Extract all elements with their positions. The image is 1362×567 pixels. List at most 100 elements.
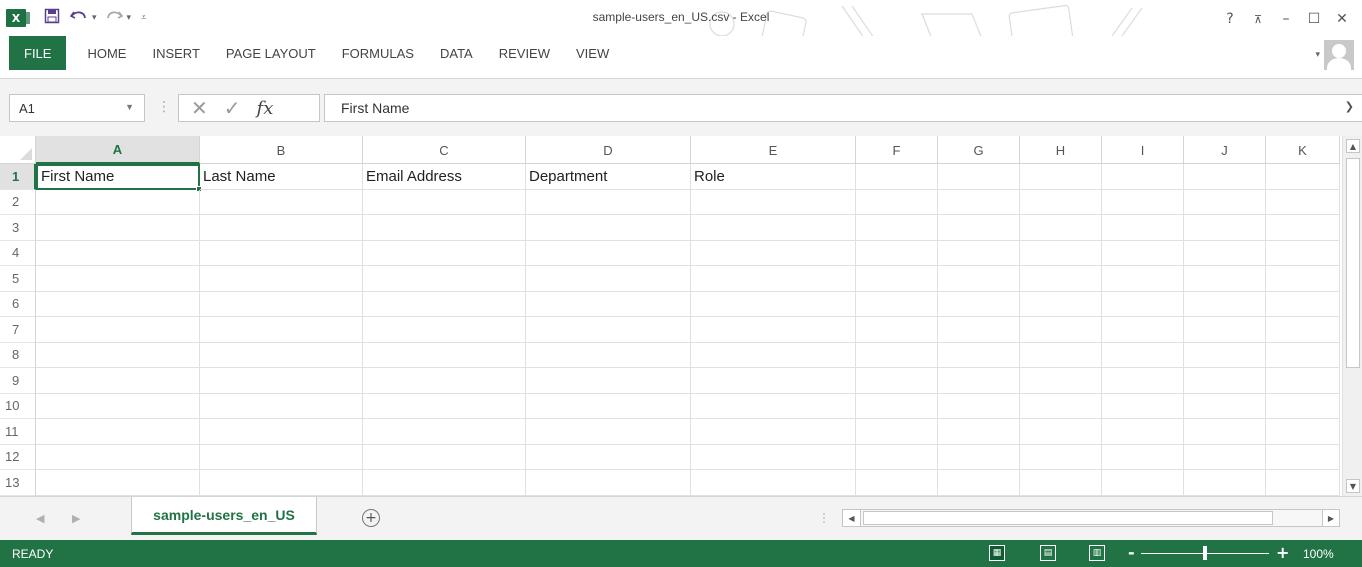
cell-f8[interactable]: [856, 342, 938, 368]
cell-i5[interactable]: [1102, 266, 1184, 292]
cell-f12[interactable]: [856, 444, 938, 470]
cell-j13[interactable]: [1184, 470, 1266, 496]
cell-k1[interactable]: [1266, 164, 1340, 190]
cell-k4[interactable]: [1266, 240, 1340, 266]
cell-c1[interactable]: Email Address: [363, 164, 526, 190]
expand-formula-bar-icon[interactable]: ❯: [1345, 100, 1354, 113]
column-header-a[interactable]: A: [36, 136, 200, 164]
avatar[interactable]: [1324, 40, 1354, 70]
cell-d5[interactable]: [526, 266, 691, 292]
cell-h12[interactable]: [1020, 444, 1102, 470]
cell-a8[interactable]: [36, 342, 200, 368]
zoom-slider-thumb[interactable]: [1203, 546, 1207, 560]
cell-g12[interactable]: [938, 444, 1020, 470]
tab-review[interactable]: REVIEW: [486, 36, 563, 70]
add-sheet-icon[interactable]: +: [362, 509, 380, 527]
cell-h1[interactable]: [1020, 164, 1102, 190]
cell-f2[interactable]: [856, 189, 938, 215]
cell-k10[interactable]: [1266, 393, 1340, 419]
cell-i10[interactable]: [1102, 393, 1184, 419]
prev-sheet-icon[interactable]: ◀: [36, 512, 44, 525]
cell-b12[interactable]: [200, 444, 363, 470]
cell-g9[interactable]: [938, 368, 1020, 394]
cell-k3[interactable]: [1266, 215, 1340, 241]
cell-f3[interactable]: [856, 215, 938, 241]
cell-h10[interactable]: [1020, 393, 1102, 419]
horizontal-scroll-thumb[interactable]: [863, 511, 1273, 525]
cell-k13[interactable]: [1266, 470, 1340, 496]
cell-d2[interactable]: [526, 189, 691, 215]
cell-d9[interactable]: [526, 368, 691, 394]
cell-i12[interactable]: [1102, 444, 1184, 470]
cell-a11[interactable]: [36, 419, 200, 445]
cell-k7[interactable]: [1266, 317, 1340, 343]
cell-b13[interactable]: [200, 470, 363, 496]
cell-e1[interactable]: Role: [691, 164, 856, 190]
cell-k9[interactable]: [1266, 368, 1340, 394]
tab-formulas[interactable]: FORMULAS: [329, 36, 427, 70]
cell-j5[interactable]: [1184, 266, 1266, 292]
cell-f13[interactable]: [856, 470, 938, 496]
cell-k12[interactable]: [1266, 444, 1340, 470]
cell-a1[interactable]: First Name: [36, 164, 200, 190]
help-icon[interactable]: ?: [1216, 8, 1244, 30]
cell-f1[interactable]: [856, 164, 938, 190]
column-header-f[interactable]: F: [856, 136, 938, 164]
cell-j7[interactable]: [1184, 317, 1266, 343]
cell-k6[interactable]: [1266, 291, 1340, 317]
cell-e11[interactable]: [691, 419, 856, 445]
cell-i11[interactable]: [1102, 419, 1184, 445]
cell-f5[interactable]: [856, 266, 938, 292]
cell-j8[interactable]: [1184, 342, 1266, 368]
cell-b1[interactable]: Last Name: [200, 164, 363, 190]
cell-c5[interactable]: [363, 266, 526, 292]
cell-c2[interactable]: [363, 189, 526, 215]
cell-g7[interactable]: [938, 317, 1020, 343]
cell-e9[interactable]: [691, 368, 856, 394]
cell-f4[interactable]: [856, 240, 938, 266]
cell-b7[interactable]: [200, 317, 363, 343]
cell-h9[interactable]: [1020, 368, 1102, 394]
row-header-1[interactable]: 1: [0, 164, 36, 190]
formula-bar-grip-icon[interactable]: ⋮: [157, 99, 171, 115]
cell-b2[interactable]: [200, 189, 363, 215]
cell-c7[interactable]: [363, 317, 526, 343]
cell-k5[interactable]: [1266, 266, 1340, 292]
cell-g11[interactable]: [938, 419, 1020, 445]
cell-a5[interactable]: [36, 266, 200, 292]
row-header-7[interactable]: 7: [0, 317, 36, 343]
cell-b6[interactable]: [200, 291, 363, 317]
scroll-up-icon[interactable]: ▲: [1346, 139, 1360, 153]
cell-b4[interactable]: [200, 240, 363, 266]
zoom-in-button[interactable]: +: [1276, 543, 1289, 562]
cell-e7[interactable]: [691, 317, 856, 343]
cell-f9[interactable]: [856, 368, 938, 394]
column-header-c[interactable]: C: [363, 136, 526, 164]
row-header-5[interactable]: 5: [0, 266, 36, 292]
select-all-corner[interactable]: [0, 136, 36, 164]
cell-e5[interactable]: [691, 266, 856, 292]
cell-e2[interactable]: [691, 189, 856, 215]
column-header-h[interactable]: H: [1020, 136, 1102, 164]
cell-e13[interactable]: [691, 470, 856, 496]
cell-h6[interactable]: [1020, 291, 1102, 317]
column-header-g[interactable]: G: [938, 136, 1020, 164]
scroll-right-icon[interactable]: ▶: [1322, 509, 1340, 527]
cell-a12[interactable]: [36, 444, 200, 470]
cell-c12[interactable]: [363, 444, 526, 470]
cell-j2[interactable]: [1184, 189, 1266, 215]
cell-c9[interactable]: [363, 368, 526, 394]
cell-d4[interactable]: [526, 240, 691, 266]
tab-insert[interactable]: INSERT: [139, 36, 212, 70]
cell-k2[interactable]: [1266, 189, 1340, 215]
cell-f10[interactable]: [856, 393, 938, 419]
cell-c11[interactable]: [363, 419, 526, 445]
name-box-dropdown-icon[interactable]: ▼: [125, 102, 134, 112]
cell-k11[interactable]: [1266, 419, 1340, 445]
minimize-button[interactable]: –: [1272, 8, 1300, 30]
column-header-d[interactable]: D: [526, 136, 691, 164]
cell-d11[interactable]: [526, 419, 691, 445]
cell-j1[interactable]: [1184, 164, 1266, 190]
cell-c10[interactable]: [363, 393, 526, 419]
cell-g3[interactable]: [938, 215, 1020, 241]
